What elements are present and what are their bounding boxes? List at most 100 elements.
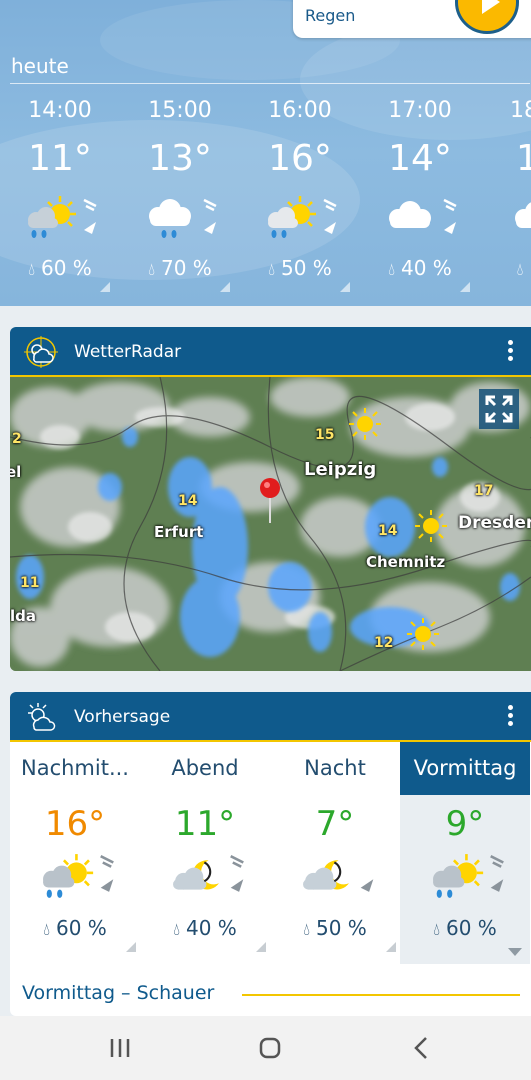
forecast-period[interactable]: Nachmit... 16° 💧︎ 60 % — [10, 742, 140, 964]
period-temp: 16° — [44, 804, 106, 844]
period-label: Vormittag — [400, 742, 530, 795]
sun-icon — [407, 618, 439, 650]
map-place-chemnitz: Chemnitz — [366, 553, 446, 571]
period-temp: 7° — [315, 804, 355, 844]
map-temp: 15 — [315, 427, 335, 443]
hour-temp: 1 — [516, 138, 531, 179]
map-place-leipzig: Leipzig — [304, 459, 377, 480]
forecast-card: Vorhersage Nachmit... 16° 💧︎ 60 % Abend … — [10, 692, 531, 1016]
back-icon[interactable] — [402, 1032, 442, 1064]
map-temp: 17 — [474, 483, 494, 499]
period-rain: 60 % — [446, 916, 497, 940]
hour-time: 14:00 — [28, 98, 92, 123]
cloud-rain-icon — [149, 199, 191, 238]
wind-direction-icon — [443, 198, 457, 234]
wind-direction-icon — [490, 855, 504, 892]
hour-rain: 70 % — [161, 256, 212, 280]
raindrop-icon: 💧︎ — [148, 260, 155, 280]
forecast-periods: Nachmit... 16° 💧︎ 60 % Abend 11° 💧︎ 40 %… — [10, 742, 531, 964]
sun-icon — [415, 510, 447, 542]
raindrop-icon: 💧︎ — [268, 260, 275, 280]
radar-header: WetterRadar — [10, 327, 531, 377]
period-rain: 40 % — [186, 916, 237, 940]
map-place-erfurt: Erfurt — [154, 523, 204, 541]
forecast-period[interactable]: Abend 11° 💧︎ 40 % — [140, 742, 270, 964]
moon-cloud-icon — [173, 860, 219, 890]
hour-rain: 50 % — [281, 256, 332, 280]
map-temp: 12 — [374, 635, 394, 651]
hour-temp: 13° — [148, 138, 212, 179]
hour-column[interactable]: 16:00 16° 💧︎ 50 % — [240, 96, 360, 296]
period-temp: 11° — [174, 804, 236, 844]
hour-time: 18: — [510, 98, 531, 123]
hourly-forecast-panel: Regen heute 14:00 11° 💧︎ 60 % 15:00 13° — [0, 0, 531, 306]
fullscreen-button[interactable] — [479, 389, 519, 429]
radar-card: WetterRadar 2 el 15 Leipzig 14 Erfurt 14… — [10, 327, 531, 671]
system-nav-bar — [0, 1016, 531, 1080]
wind-direction-icon — [203, 198, 217, 234]
radar-map[interactable]: 2 el 15 Leipzig 14 Erfurt 14 Chemnitz 17… — [10, 377, 531, 671]
sun-cloud-rain-icon — [28, 196, 76, 238]
banner-text: Regen — [305, 6, 356, 25]
forecast-header: Vorhersage — [10, 692, 531, 742]
sun-cloud-rain-icon — [268, 196, 316, 238]
radar-title: WetterRadar — [74, 342, 182, 362]
raindrop-icon: 💧︎ — [388, 260, 395, 280]
hour-column[interactable]: 15:00 13° 💧︎ 70 % — [120, 96, 240, 296]
home-icon[interactable] — [250, 1032, 290, 1064]
wind-direction-icon — [83, 198, 97, 234]
sun-icon — [349, 408, 381, 440]
raindrop-icon: 💧︎ — [433, 920, 440, 940]
recent-apps-icon[interactable] — [100, 1032, 140, 1064]
map-temp: 14 — [178, 493, 198, 509]
radar-icon — [24, 336, 58, 368]
more-menu-icon[interactable] — [505, 705, 515, 729]
map-place-dresden: Dresden — [458, 513, 531, 533]
more-menu-icon[interactable] — [505, 340, 515, 364]
period-temp: 9° — [445, 804, 485, 844]
hour-time: 17:00 — [388, 98, 452, 123]
forecast-period-selected[interactable]: Vormittag 9° 💧︎ 60 % — [400, 742, 530, 964]
sun-cloud-icon — [28, 703, 56, 731]
chevron-down-icon[interactable] — [508, 948, 522, 956]
wind-direction-icon — [360, 879, 374, 892]
divider — [10, 83, 530, 84]
wind-direction-icon — [100, 855, 114, 892]
raindrop-icon: 💧︎ — [28, 260, 35, 280]
map-place: lda — [10, 607, 37, 625]
raindrop-icon: 💧︎ — [516, 260, 524, 280]
wind-direction-icon — [323, 198, 337, 234]
hour-time: 15:00 — [148, 98, 212, 123]
location-pin-icon — [260, 478, 280, 523]
hour-column[interactable]: 14:00 11° 💧︎ 60 % — [0, 96, 120, 296]
hour-rain: 60 % — [41, 256, 92, 280]
cloud-icon — [515, 202, 531, 228]
period-label: Nachmit... — [21, 756, 129, 780]
sun-cloud-rain-icon — [43, 854, 94, 898]
raindrop-icon: 💧︎ — [303, 920, 310, 940]
expand-icon — [485, 395, 513, 423]
hour-time: 16:00 — [268, 98, 332, 123]
map-place: el — [10, 463, 22, 481]
divider — [242, 994, 520, 996]
map-temp: 11 — [20, 575, 40, 591]
rain-banner[interactable]: Regen — [293, 0, 531, 38]
forecast-detail-title: Vormittag – Schauer — [22, 982, 215, 1004]
hour-column[interactable]: 18: 1 💧︎ — [480, 96, 531, 296]
map-temp: 2 — [12, 431, 22, 447]
map-temp: 14 — [378, 523, 398, 539]
hour-column[interactable]: 17:00 14° 💧︎ 40 % — [360, 96, 480, 296]
raindrop-icon: 💧︎ — [43, 920, 50, 940]
period-rain: 50 % — [316, 916, 367, 940]
sun-cloud-rain-icon — [433, 854, 484, 898]
period-rain: 60 % — [56, 916, 107, 940]
hour-temp: 11° — [28, 138, 92, 179]
moon-cloud-icon — [303, 860, 349, 890]
forecast-title: Vorhersage — [74, 707, 171, 727]
period-label: Nacht — [304, 756, 366, 780]
play-icon[interactable] — [455, 0, 519, 34]
hour-temp: 14° — [388, 138, 452, 179]
hour-rain: 40 % — [401, 256, 452, 280]
forecast-period[interactable]: Nacht 7° 💧︎ 50 % — [270, 742, 400, 964]
day-label: heute — [11, 54, 69, 78]
